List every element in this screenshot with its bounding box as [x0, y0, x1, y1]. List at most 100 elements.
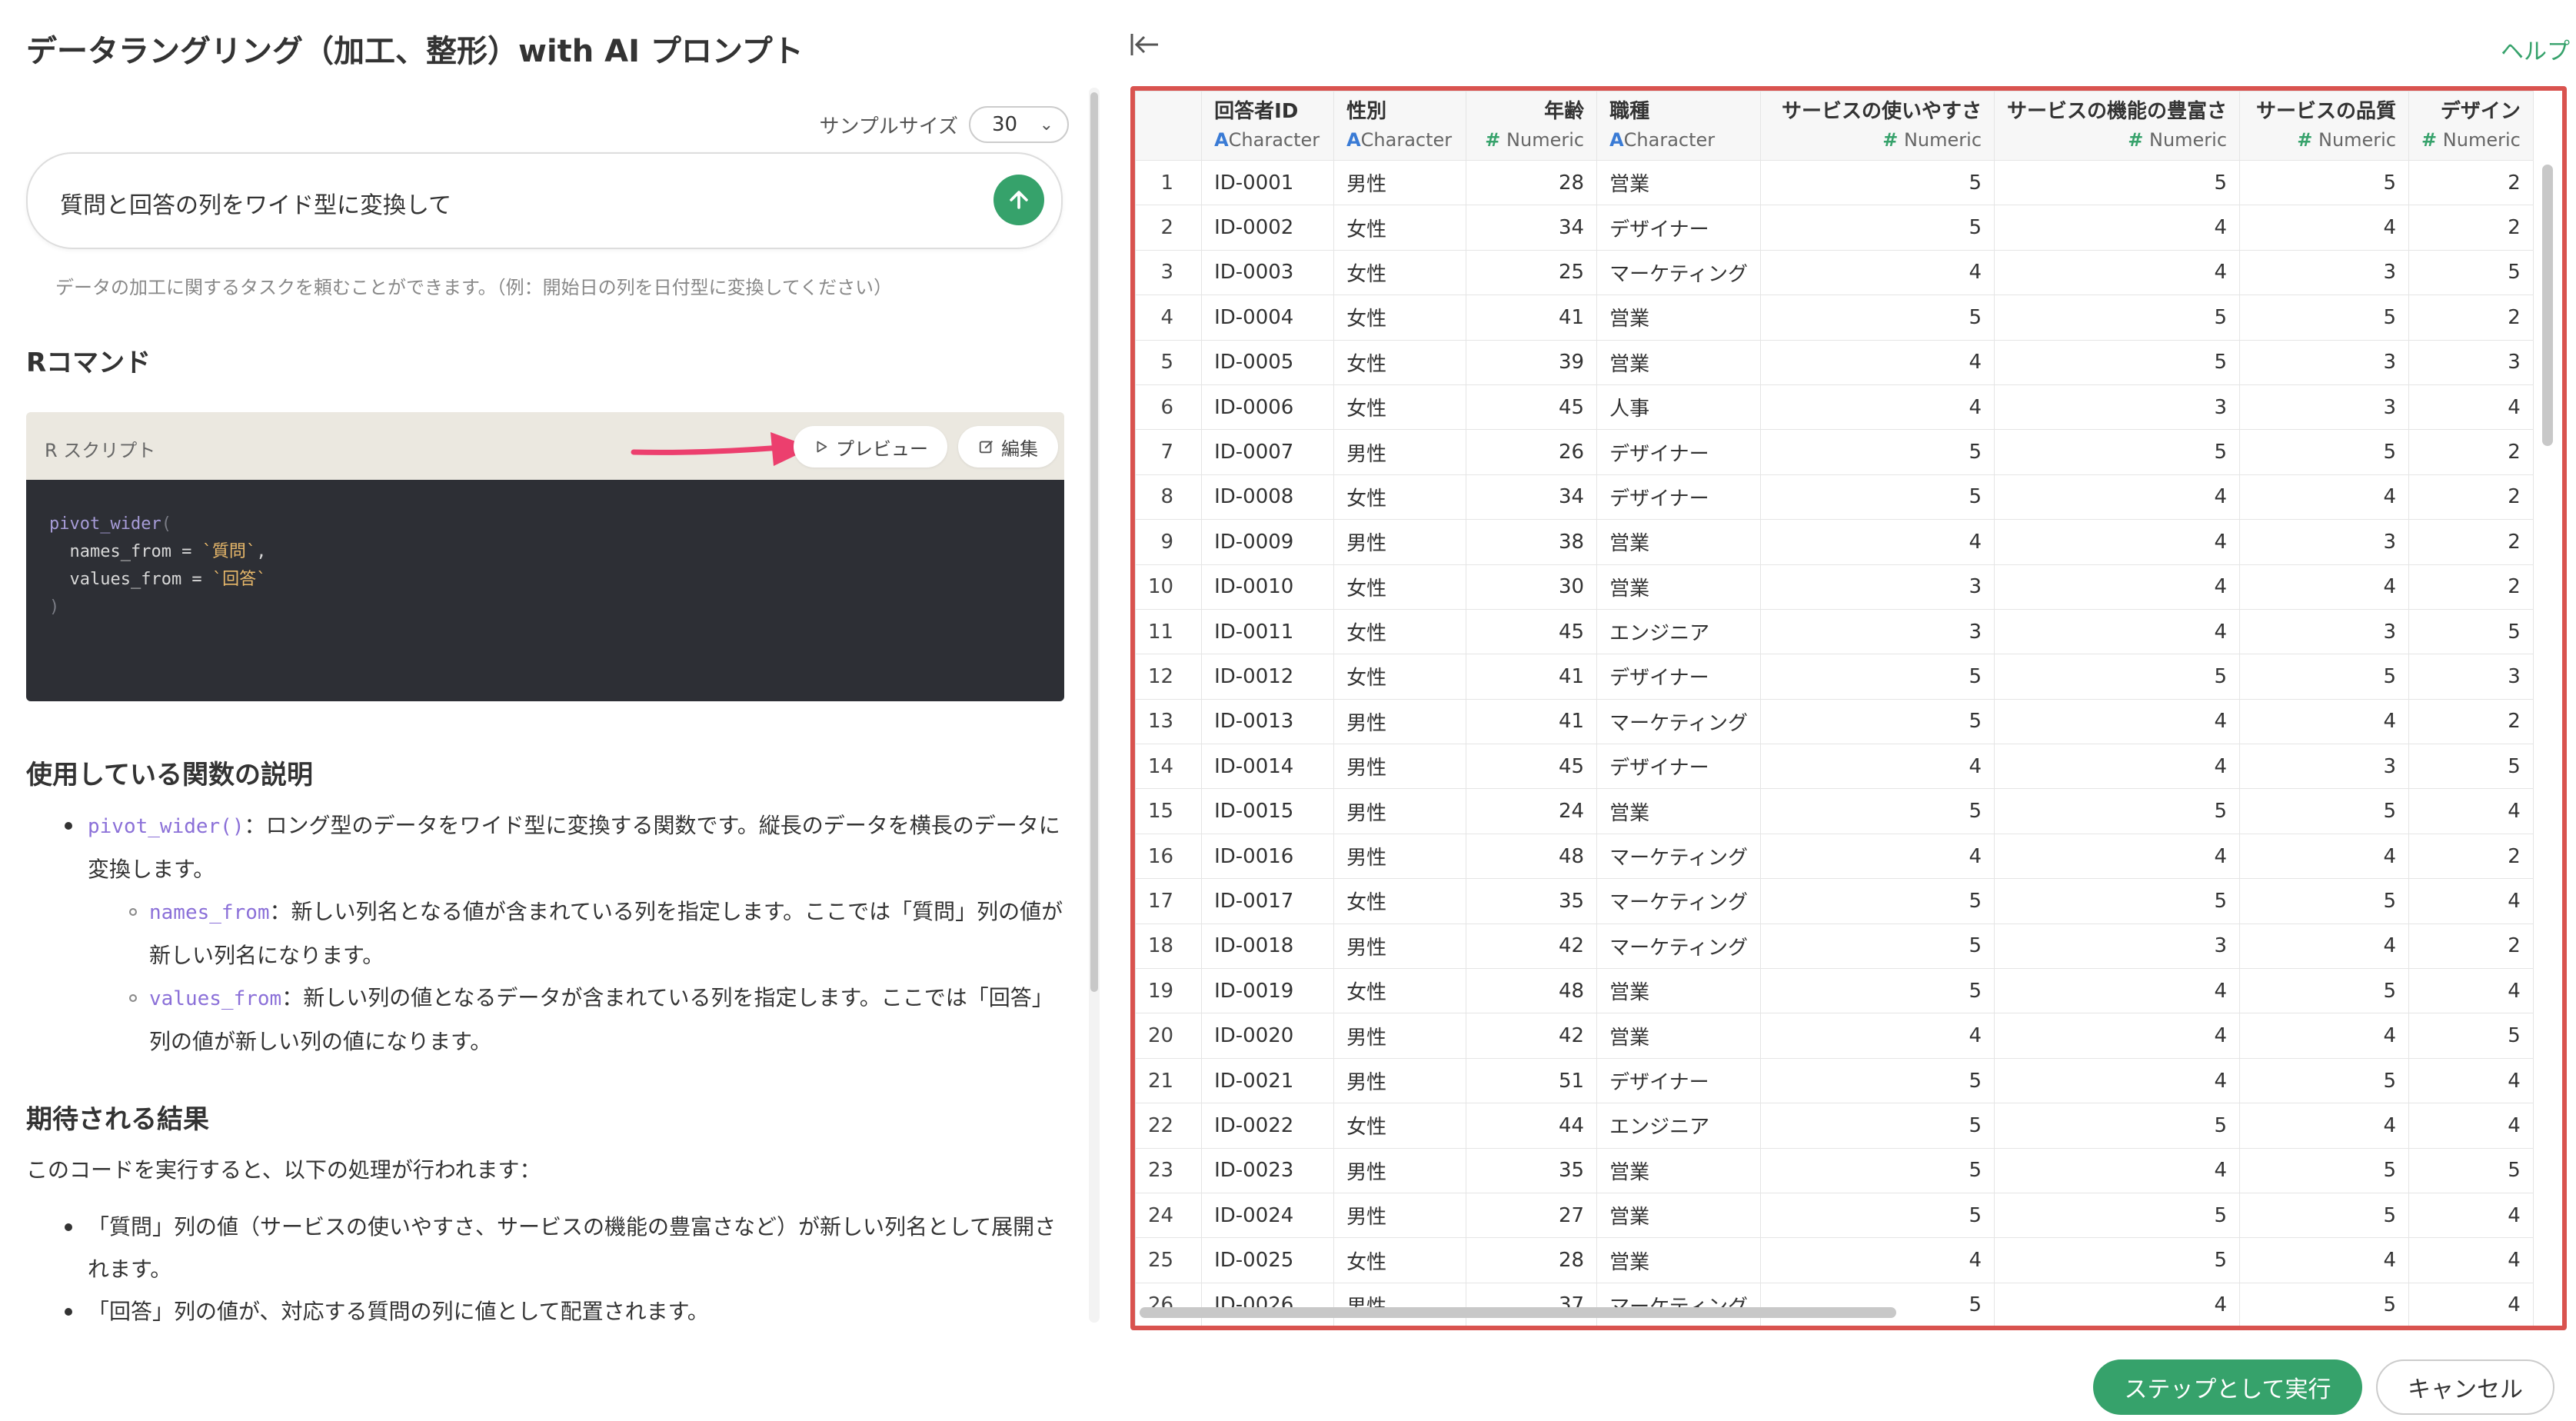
sample-size-value: 30 [992, 113, 1018, 136]
quality-cell: 5 [2239, 159, 2410, 206]
grid-vertical-scrollbar-thumb[interactable] [2542, 165, 2553, 446]
sample-size-row: サンプルサイズ 30 ⌄ [820, 106, 1069, 143]
sample-size-select[interactable]: 30 ⌄ [969, 106, 1069, 143]
gender-cell: 女性 [1333, 878, 1467, 924]
job-cell: マーケティング [1596, 698, 1762, 745]
column-header[interactable]: デザイン # Numeric [2408, 91, 2534, 161]
code-function-name: pivot_wider [49, 514, 161, 534]
gender-cell: 女性 [1333, 654, 1467, 700]
job-cell: 営業 [1596, 1237, 1762, 1283]
row-number: 6 [1135, 384, 1203, 431]
features-cell: 4 [1994, 698, 2241, 745]
data-preview-grid: 回答者ID ACharacter 性別 ACharacter 年齢 # Nume… [1130, 86, 2567, 1330]
age-cell: 28 [1466, 159, 1598, 206]
function-item: names_from：新しい列名となる値が含まれている列を指定します。ここでは「… [26, 890, 1072, 977]
usability-cell: 5 [1760, 159, 1995, 206]
gender-cell: 男性 [1333, 1282, 1467, 1326]
usability-cell: 5 [1760, 698, 1995, 745]
quality-cell: 5 [2239, 1057, 2410, 1104]
row-number: 2 [1135, 205, 1203, 251]
respondent-id-cell: ID-0021 [1201, 1057, 1335, 1104]
row-number: 14 [1135, 744, 1203, 790]
column-header[interactable]: サービスの品質 # Numeric [2239, 91, 2410, 161]
age-cell: 42 [1466, 1013, 1598, 1059]
data-table: 回答者ID ACharacter 性別 ACharacter 年齢 # Nume… [1135, 91, 2534, 1326]
help-link[interactable]: ヘルプ [2501, 32, 2570, 66]
usability-cell: 4 [1760, 1013, 1995, 1059]
numeric-type-icon: # [2421, 129, 2438, 151]
quality-cell: 3 [2239, 744, 2410, 790]
numeric-type-icon: # [1882, 129, 1899, 151]
preview-button[interactable]: プレビュー [794, 426, 947, 468]
respondent-id-cell: ID-0026 [1201, 1282, 1335, 1326]
table-row: 19 ID-0019 女性 48 営業 5 4 5 4 [1135, 968, 2534, 1014]
usability-cell: 3 [1760, 564, 1995, 610]
respondent-id-cell: ID-0006 [1201, 384, 1335, 431]
column-header[interactable]: サービスの使いやすさ # Numeric [1760, 91, 1995, 161]
edit-button[interactable]: 編集 [958, 426, 1058, 468]
code-comma: , [256, 542, 267, 561]
column-type: # Numeric [1773, 127, 1982, 153]
quality-cell: 3 [2239, 608, 2410, 655]
job-cell: 営業 [1596, 1147, 1762, 1193]
features-cell: 4 [1994, 744, 2241, 790]
table-row: 7 ID-0007 男性 26 デザイナー 5 5 5 2 [1135, 429, 2534, 475]
design-cell: 2 [2408, 159, 2534, 206]
job-cell: デザイナー [1596, 205, 1762, 251]
job-cell: エンジニア [1596, 1103, 1762, 1149]
column-type-label: Character [1360, 129, 1453, 151]
column-header[interactable]: サービスの機能の豊富さ # Numeric [1994, 91, 2241, 161]
design-cell: 2 [2408, 698, 2534, 745]
table-row: 18 ID-0018 男性 42 マーケティング 5 3 4 2 [1135, 923, 2534, 970]
gender-cell: 男性 [1333, 1013, 1467, 1059]
send-button[interactable] [993, 175, 1044, 225]
left-scrollbar-thumb[interactable] [1090, 92, 1098, 992]
respondent-id-cell: ID-0003 [1201, 249, 1335, 296]
prompt-input[interactable]: 質問と回答の列をワイド型に変換して [26, 152, 1063, 249]
collapse-panel-icon[interactable] [1129, 31, 1160, 58]
row-number-header [1135, 91, 1203, 161]
quality-cell: 4 [2239, 205, 2410, 251]
function-desc: ：新しい列名となる値が含まれている列を指定します。ここでは「質問」列の値が新しい… [149, 899, 1063, 968]
grid-horizontal-scrollbar[interactable] [1140, 1307, 2547, 1318]
numeric-type-icon: # [2297, 129, 2313, 151]
column-header[interactable]: 性別 ACharacter [1333, 91, 1467, 161]
design-cell: 5 [2408, 744, 2534, 790]
cancel-button[interactable]: キャンセル [2376, 1359, 2554, 1415]
gender-cell: 男性 [1333, 833, 1467, 880]
age-cell: 35 [1466, 1147, 1598, 1193]
column-name: 回答者ID [1214, 100, 1299, 123]
column-type-label: Numeric [1903, 129, 1982, 151]
usability-cell: 5 [1760, 429, 1995, 475]
row-number: 24 [1135, 1192, 1203, 1239]
prompt-hint: データの加工に関するタスクを頼むことができます。（例：開始日の列を日付型に変換し… [55, 277, 893, 298]
grid-vertical-scrollbar[interactable] [2542, 165, 2553, 1310]
design-cell: 4 [2408, 878, 2534, 924]
character-type-icon: A [1609, 129, 1624, 151]
left-scrollbar[interactable] [1089, 88, 1100, 1323]
preview-button-label: プレビュー [836, 438, 928, 460]
job-cell: デザイナー [1596, 429, 1762, 475]
grid-horizontal-scrollbar-thumb[interactable] [1140, 1307, 1896, 1318]
usability-cell: 5 [1760, 205, 1995, 251]
result-intro: このコードを実行すると、以下の処理が行われます： [26, 1157, 541, 1183]
column-header[interactable]: 回答者ID ACharacter [1201, 91, 1335, 161]
column-type: # Numeric [1479, 127, 1584, 153]
column-name: 職種 [1609, 100, 1650, 123]
usability-cell: 5 [1760, 1103, 1995, 1149]
page-title: データラングリング（加工、整形）with AI プロンプト [26, 34, 804, 69]
job-cell: デザイナー [1596, 1057, 1762, 1104]
column-header[interactable]: 年齢 # Numeric [1466, 91, 1598, 161]
run-as-step-button[interactable]: ステップとして実行 [2093, 1359, 2362, 1415]
result-item-text: 「回答」列の値が、対応する質問の列に値として配置されます。 [88, 1299, 709, 1323]
respondent-id-cell: ID-0014 [1201, 744, 1335, 790]
row-number: 17 [1135, 878, 1203, 924]
table-row: 15 ID-0015 男性 24 営業 5 5 5 4 [1135, 788, 2534, 834]
respondent-id-cell: ID-0012 [1201, 654, 1335, 700]
design-cell: 2 [2408, 519, 2534, 565]
functions-title: 使用している関数の説明 [26, 760, 313, 790]
column-header[interactable]: 職種 ACharacter [1596, 91, 1762, 161]
usability-cell: 4 [1760, 744, 1995, 790]
quality-cell: 5 [2239, 788, 2410, 834]
table-row: 5 ID-0005 女性 39 営業 4 5 3 3 [1135, 339, 2534, 385]
